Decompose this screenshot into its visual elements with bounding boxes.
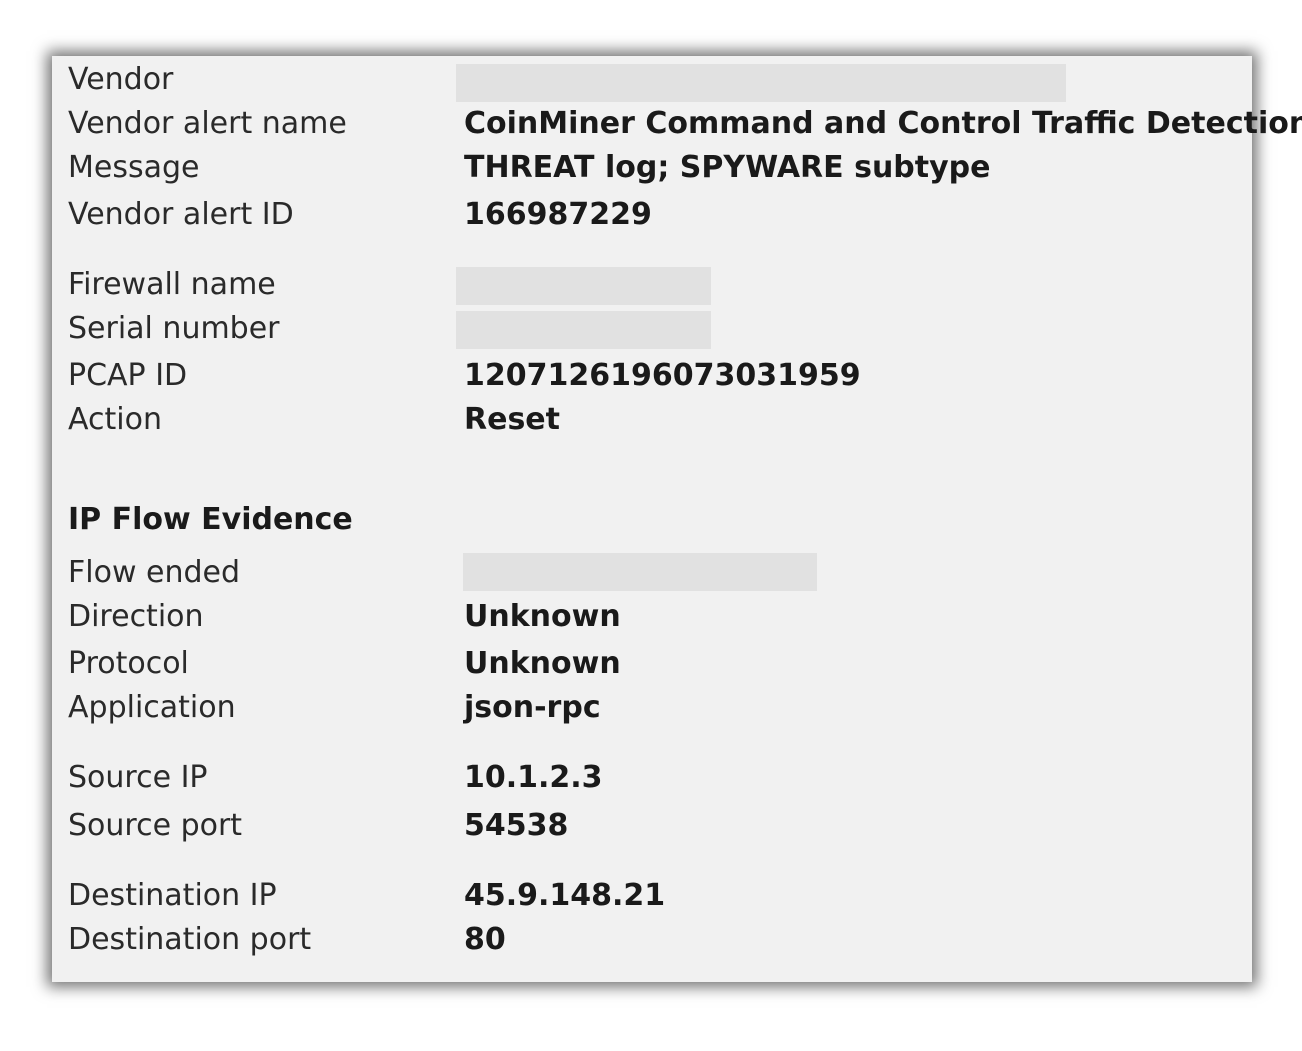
source-ip-value: 10.1.2.3 xyxy=(464,760,603,795)
message-row: Message THREAT log; SPYWARE subtype xyxy=(52,146,1252,190)
direction-label: Direction xyxy=(68,599,204,634)
vendor-alert-id-value: 166987229 xyxy=(464,197,652,232)
alert-details-panel: Vendor Vendor alert name CoinMiner Comma… xyxy=(52,56,1302,982)
vendor-alert-name-row: Vendor alert name CoinMiner Command and … xyxy=(52,102,1302,146)
message-value: THREAT log; SPYWARE subtype xyxy=(464,150,991,185)
action-value: Reset xyxy=(464,402,560,437)
vendor-alert-id-label: Vendor alert ID xyxy=(68,197,294,232)
destination-port-row: Destination port 80 xyxy=(52,918,1252,962)
destination-ip-label: Destination IP xyxy=(68,878,277,913)
destination-ip-row: Destination IP 45.9.148.21 xyxy=(52,874,1252,918)
application-label: Application xyxy=(68,690,236,725)
direction-row: Direction Unknown xyxy=(52,595,1252,639)
source-port-row: Source port 54538 xyxy=(52,804,1252,848)
pcap-id-row: PCAP ID 1207126196073031959 xyxy=(52,354,1252,398)
action-row: Action Reset xyxy=(52,398,1252,442)
pcap-id-label: PCAP ID xyxy=(68,358,188,393)
source-port-value: 54538 xyxy=(464,808,569,843)
serial-number-row: Serial number xyxy=(52,307,1252,351)
vendor-redacted-value xyxy=(456,64,1066,102)
flow-ended-redacted-value xyxy=(463,553,817,591)
serial-number-redacted-value xyxy=(456,311,711,349)
vendor-label: Vendor xyxy=(68,62,174,97)
source-ip-label: Source IP xyxy=(68,760,208,795)
application-row: Application json-rpc xyxy=(52,686,1252,730)
pcap-id-value: 1207126196073031959 xyxy=(464,358,861,393)
protocol-value: Unknown xyxy=(464,646,621,681)
firewall-name-row: Firewall name xyxy=(52,263,1252,307)
message-label: Message xyxy=(68,150,200,185)
vendor-row: Vendor xyxy=(52,58,1252,102)
direction-value: Unknown xyxy=(464,599,621,634)
flow-ended-label: Flow ended xyxy=(68,555,241,590)
destination-port-label: Destination port xyxy=(68,922,312,957)
flow-ended-row: Flow ended xyxy=(52,551,1252,595)
destination-ip-value: 45.9.148.21 xyxy=(464,878,666,913)
destination-port-value: 80 xyxy=(464,922,506,957)
source-port-label: Source port xyxy=(68,808,243,843)
serial-number-label: Serial number xyxy=(68,311,280,346)
vendor-alert-id-row: Vendor alert ID 166987229 xyxy=(52,193,1252,237)
protocol-row: Protocol Unknown xyxy=(52,642,1252,686)
application-value: json-rpc xyxy=(464,690,601,725)
ip-flow-evidence-heading: IP Flow Evidence xyxy=(68,502,353,537)
action-label: Action xyxy=(68,402,162,437)
vendor-alert-name-value: CoinMiner Command and Control Traffic De… xyxy=(464,106,1302,141)
source-ip-row: Source IP 10.1.2.3 xyxy=(52,756,1252,800)
protocol-label: Protocol xyxy=(68,646,189,681)
firewall-name-label: Firewall name xyxy=(68,267,276,302)
firewall-name-redacted-value xyxy=(456,267,711,305)
vendor-alert-name-label: Vendor alert name xyxy=(68,106,347,141)
